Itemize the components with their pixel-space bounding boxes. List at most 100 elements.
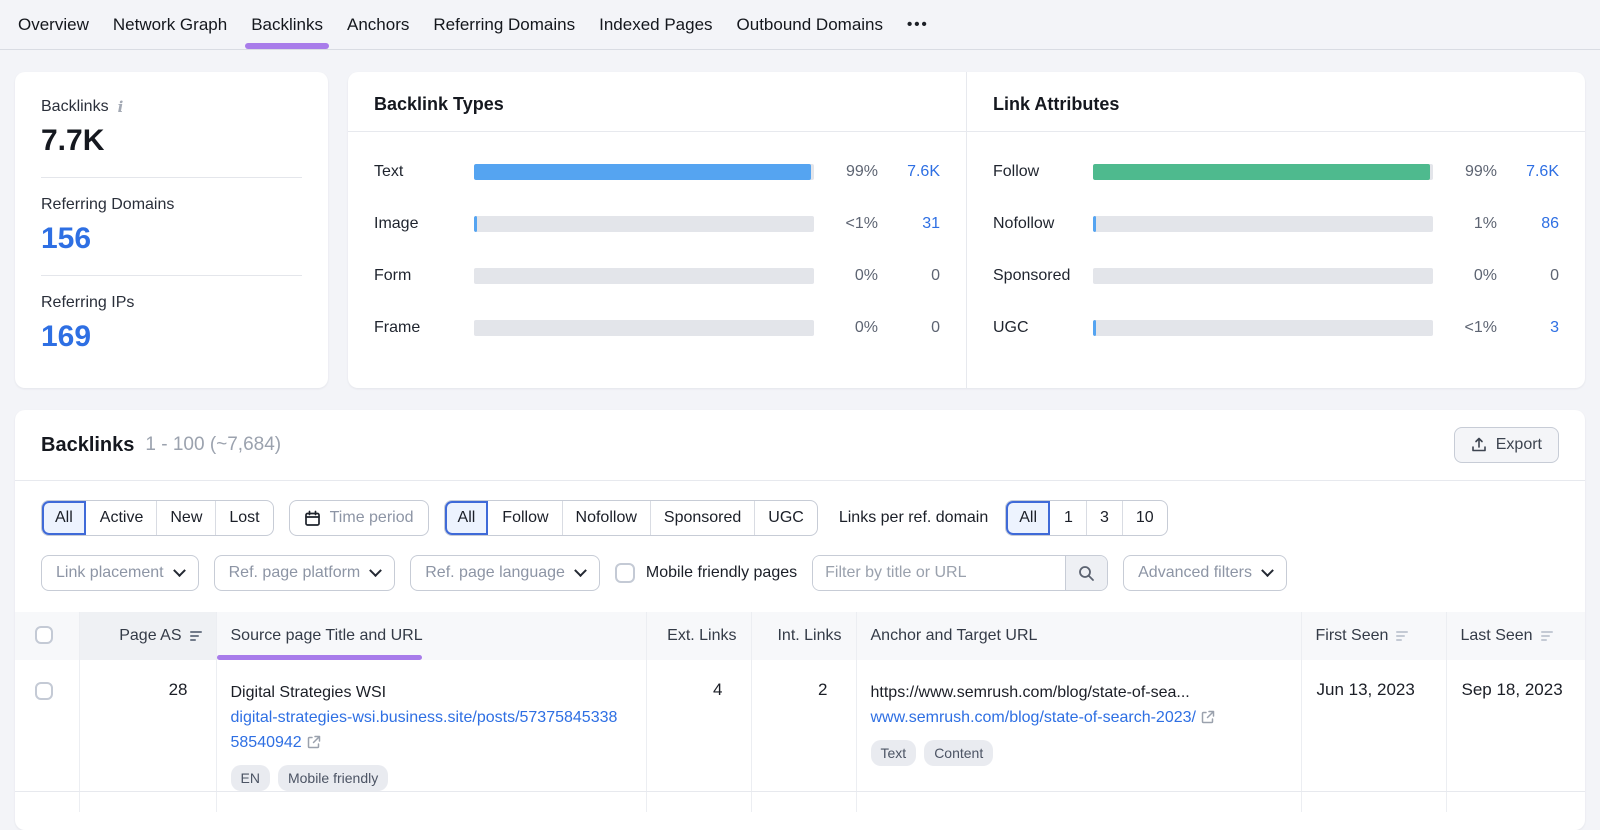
status-all[interactable]: All <box>42 501 86 535</box>
export-button[interactable]: Export <box>1454 427 1559 463</box>
advanced-filters-dropdown[interactable]: Advanced filters <box>1123 555 1287 591</box>
upload-icon <box>1471 437 1487 453</box>
bar-track <box>474 216 814 232</box>
bar-fill <box>1093 216 1096 232</box>
count-link[interactable]: 86 <box>1497 215 1559 233</box>
backlinks-metric-label: Backlinks i <box>41 98 302 116</box>
count-link[interactable]: 3 <box>1497 319 1559 337</box>
lpd-all[interactable]: All <box>1006 501 1050 535</box>
follow-nofollow[interactable]: Nofollow <box>562 501 650 535</box>
bar-row-text: Text 99% 7.6K <box>374 146 940 198</box>
referring-domains-label: Referring Domains <box>41 196 302 214</box>
lpd-1[interactable]: 1 <box>1050 501 1086 535</box>
chevron-down-icon <box>574 564 587 577</box>
target-url-link[interactable]: www.semrush.com/blog/state-of-search-202… <box>871 705 1237 730</box>
tab-network-graph[interactable]: Network Graph <box>101 0 239 49</box>
backlink-types-panel: Backlink Types Text 99% 7.6K Image <1% 3… <box>348 72 966 388</box>
report-tabs: Overview Network Graph Backlinks Anchors… <box>0 0 1600 50</box>
panel-title: Link Attributes <box>967 72 1585 132</box>
more-tabs-button[interactable]: ••• <box>895 0 941 49</box>
tab-referring-domains[interactable]: Referring Domains <box>421 0 587 49</box>
anchor-cell: https://www.semrush.com/blog/state-of-se… <box>856 660 1301 792</box>
info-icon[interactable]: i <box>118 98 124 116</box>
column-highlight-underline <box>217 655 422 660</box>
bar-fill <box>474 216 477 232</box>
time-period-button[interactable]: Time period <box>289 500 429 536</box>
column-page-as[interactable]: Page AS <box>79 612 216 660</box>
sort-icon[interactable] <box>190 631 202 641</box>
table-header-row: Page AS Source page Title and URL Ext. L… <box>15 612 1585 660</box>
backlinks-metric-value: 7.7K <box>41 124 302 158</box>
count-link[interactable]: 7.6K <box>878 163 940 181</box>
links-per-domain-label: Links per ref. domain <box>839 509 988 527</box>
bar-row-nofollow: Nofollow 1% 86 <box>993 198 1559 250</box>
search-button[interactable] <box>1065 556 1107 590</box>
search-icon <box>1078 565 1095 582</box>
status-filter: All Active New Lost <box>41 500 274 536</box>
result-range: 1 - 100 (~7,684) <box>145 434 281 456</box>
status-lost[interactable]: Lost <box>215 501 272 535</box>
bar-track <box>1093 320 1433 336</box>
count-link[interactable]: 7.6K <box>1497 163 1559 181</box>
column-int-links[interactable]: Int. Links <box>751 612 856 660</box>
follow-follow[interactable]: Follow <box>488 501 561 535</box>
source-cell: Digital Strategies WSI digital-strategie… <box>216 660 646 792</box>
referring-ips-value[interactable]: 169 <box>41 320 302 354</box>
links-per-domain-filter: All 1 3 10 <box>1005 500 1167 536</box>
backlinks-table-card: Backlinks 1 - 100 (~7,684) Export All Ac… <box>15 410 1585 830</box>
first-seen-cell: Jun 13, 2023 <box>1301 660 1446 792</box>
status-active[interactable]: Active <box>86 501 157 535</box>
page-as-cell: 28 <box>79 660 216 792</box>
status-new[interactable]: New <box>156 501 215 535</box>
referring-domains-value[interactable]: 156 <box>41 222 302 256</box>
filter-input[interactable] <box>813 556 1065 590</box>
lpd-10[interactable]: 10 <box>1122 501 1167 535</box>
tab-indexed-pages[interactable]: Indexed Pages <box>587 0 724 49</box>
row-checkbox[interactable] <box>35 682 53 700</box>
sort-icon[interactable] <box>1541 631 1553 641</box>
bar-fill <box>474 164 811 180</box>
follow-all[interactable]: All <box>445 501 489 535</box>
divider <box>15 480 1585 481</box>
source-url-link[interactable]: digital-strategies-wsi.business.site/pos… <box>231 705 623 755</box>
bar-fill <box>1093 164 1430 180</box>
tab-outbound-domains[interactable]: Outbound Domains <box>725 0 895 49</box>
chevron-down-icon <box>173 564 186 577</box>
active-tab-underline <box>245 43 329 49</box>
bar-fill <box>1093 320 1096 336</box>
follow-ugc[interactable]: UGC <box>754 501 817 535</box>
ref-page-language-dropdown[interactable]: Ref. page language <box>410 555 600 591</box>
referring-ips-label: Referring IPs <box>41 294 302 312</box>
link-placement-dropdown[interactable]: Link placement <box>41 555 199 591</box>
external-link-icon <box>307 735 321 749</box>
external-link-icon <box>1201 710 1215 724</box>
calendar-icon <box>304 510 321 527</box>
count-link[interactable]: 31 <box>878 215 940 233</box>
language-badge: EN <box>231 765 270 791</box>
count-value: 0 <box>1497 267 1559 285</box>
divider <box>41 177 302 178</box>
column-anchor[interactable]: Anchor and Target URL <box>856 612 1301 660</box>
bar-track <box>1093 164 1433 180</box>
column-ext-links[interactable]: Ext. Links <box>646 612 751 660</box>
lpd-3[interactable]: 3 <box>1086 501 1122 535</box>
follow-sponsored[interactable]: Sponsored <box>650 501 754 535</box>
bar-track <box>1093 268 1433 284</box>
tab-backlinks[interactable]: Backlinks <box>239 0 335 49</box>
bar-row-ugc: UGC <1% 3 <box>993 302 1559 354</box>
column-first-seen[interactable]: First Seen <box>1301 612 1446 660</box>
tab-anchors[interactable]: Anchors <box>335 0 421 49</box>
bar-track <box>1093 216 1433 232</box>
mobile-friendly-checkbox[interactable] <box>615 563 635 583</box>
select-all-checkbox[interactable] <box>35 626 53 644</box>
column-last-seen[interactable]: Last Seen <box>1446 612 1585 660</box>
ellipsis-icon: ••• <box>907 16 929 33</box>
sort-icon[interactable] <box>1396 631 1408 641</box>
ref-page-platform-dropdown[interactable]: Ref. page platform <box>214 555 396 591</box>
tab-overview[interactable]: Overview <box>16 0 101 49</box>
table-row: 28 Digital Strategies WSI digital-strate… <box>15 660 1585 792</box>
chevron-down-icon <box>369 564 382 577</box>
column-source[interactable]: Source page Title and URL <box>216 612 646 660</box>
link-attributes-panel: Link Attributes Follow 99% 7.6K Nofollow… <box>966 72 1585 388</box>
mobile-friendly-filter[interactable]: Mobile friendly pages <box>615 563 797 583</box>
